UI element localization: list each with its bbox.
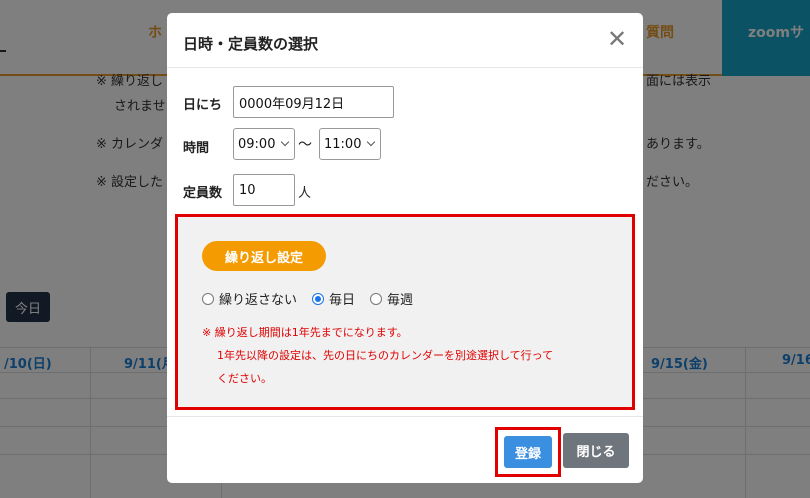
start-time-value: 09:00 [238, 136, 276, 152]
time-label: 時間 [183, 141, 210, 156]
date-label: 日にち [183, 98, 223, 113]
repeat-option-label: 繰り返さない [219, 293, 298, 308]
date-input[interactable] [233, 86, 394, 118]
repeat-option-weekly[interactable]: 毎週 [370, 289, 413, 308]
capacity-input[interactable] [233, 174, 295, 206]
repeat-option-daily[interactable]: 毎日 [312, 289, 355, 308]
capacity-label: 定員数 [183, 186, 223, 201]
chevron-down-icon [280, 137, 290, 147]
radio-button[interactable] [370, 292, 383, 305]
repeat-settings-panel: 繰り返し設定 繰り返さない 毎日 毎週 ※ 繰り返し期間は1年先までになります。… [175, 214, 635, 410]
repeat-option-none[interactable]: 繰り返さない [202, 289, 297, 308]
repeat-note-line-1: ※ 繰り返し期間は1年先までになります。 [202, 326, 408, 339]
capacity-unit: 人 [298, 186, 312, 201]
register-button[interactable]: 登録 [504, 436, 552, 468]
start-time-select[interactable]: 09:00 [233, 128, 295, 160]
close-button[interactable]: 閉じる [563, 433, 629, 468]
modal-footer-divider [167, 416, 643, 417]
repeat-options: 繰り返さない 毎日 毎週 [202, 289, 428, 308]
repeat-settings-badge: 繰り返し設定 [202, 241, 326, 271]
repeat-note-line-3: ください。 [217, 372, 272, 385]
time-separator: 〜 [298, 137, 312, 153]
register-button-highlight: 登録 [495, 427, 561, 477]
end-time-value: 11:00 [324, 136, 362, 152]
radio-button-selected[interactable] [312, 292, 325, 305]
chevron-down-icon [366, 137, 376, 147]
repeat-option-label: 毎日 [329, 293, 356, 308]
datetime-capacity-modal: 日時・定員数の選択 ✕ 日にち 時間 09:00 〜 11:00 定員数 人 繰… [167, 13, 643, 483]
modal-title: 日時・定員数の選択 [183, 35, 319, 53]
repeat-option-label: 毎週 [387, 293, 414, 308]
modal-header: 日時・定員数の選択 ✕ [167, 13, 643, 68]
repeat-note-line-2: 1年先以降の設定は、先の日にちのカレンダーを別途選択して行って [217, 349, 554, 362]
close-icon[interactable]: ✕ [605, 27, 629, 51]
end-time-select[interactable]: 11:00 [319, 128, 381, 160]
radio-button[interactable] [202, 292, 214, 305]
